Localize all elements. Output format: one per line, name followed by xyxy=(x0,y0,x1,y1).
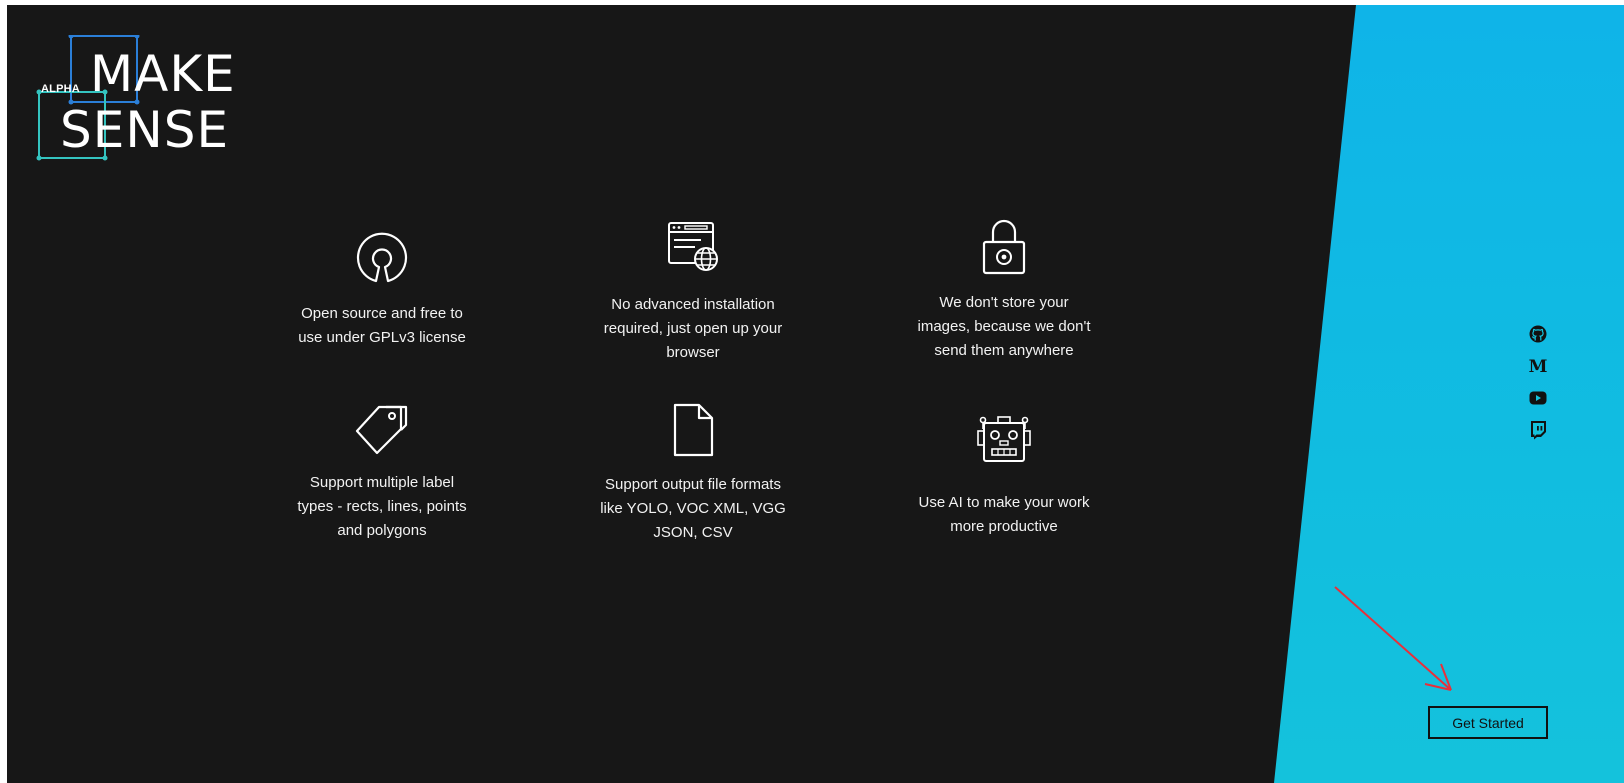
get-started-button[interactable]: Get Started xyxy=(1428,706,1548,739)
robot-icon xyxy=(977,416,1031,462)
feature-text-line: use under GPLv3 license xyxy=(298,329,466,346)
feature-output-formats: Support output file formats like YOLO, V… xyxy=(578,401,808,545)
browser-globe-icon xyxy=(668,222,718,271)
svg-text:M: M xyxy=(1529,358,1547,374)
feature-text-line: Use AI to make your work xyxy=(918,494,1090,511)
feature-text-line: Open source and free to xyxy=(301,305,463,322)
landing-page: ALPHA MAKE SENSE Open source and free to… xyxy=(7,5,1624,783)
tags-icon xyxy=(355,405,408,455)
feature-text-line: We don't store your xyxy=(939,294,1069,311)
github-icon[interactable] xyxy=(1527,323,1549,345)
feature-text-line: images, because we don't xyxy=(917,318,1091,335)
feature-text-line: Support multiple label xyxy=(309,474,455,491)
open-source-icon xyxy=(356,232,408,283)
feature-text-line: types - rects, lines, points xyxy=(297,498,467,515)
feature-open-source: Open source and free to use under GPLv3 … xyxy=(267,230,497,350)
feature-no-installation: No advanced installation required, just … xyxy=(578,221,808,365)
feature-text-line: Support output file formats xyxy=(605,476,781,493)
feature-privacy: We don't store your images, because we d… xyxy=(889,218,1119,363)
feature-ai: Use AI to make your work more productive xyxy=(889,415,1119,539)
twitch-icon[interactable] xyxy=(1527,419,1549,441)
blue-side-panel xyxy=(1274,5,1624,783)
file-icon xyxy=(673,403,714,457)
feature-text-line: required, just open up your xyxy=(603,320,783,337)
feature-text-line: like YOLO, VOC XML, VGG xyxy=(600,500,786,517)
feature-text-line: send them anywhere xyxy=(934,342,1074,359)
alpha-badge: ALPHA xyxy=(41,83,80,95)
logo-text-make: MAKE xyxy=(90,45,236,103)
logo-text-sense: SENSE xyxy=(60,101,230,159)
social-links: M xyxy=(1527,323,1551,451)
feature-text-line: more productive xyxy=(950,518,1058,535)
feature-text-line: JSON, CSV xyxy=(653,524,733,541)
feature-text-line: No advanced installation xyxy=(611,296,775,313)
feature-text-line: browser xyxy=(666,344,720,361)
make-sense-logo: ALPHA MAKE SENSE xyxy=(35,35,235,170)
feature-label-types: Support multiple label types - rects, li… xyxy=(267,401,497,543)
lock-icon xyxy=(982,219,1026,275)
feature-text-line: and polygons xyxy=(337,522,427,539)
medium-icon[interactable]: M xyxy=(1527,355,1549,377)
youtube-icon[interactable] xyxy=(1527,387,1549,409)
